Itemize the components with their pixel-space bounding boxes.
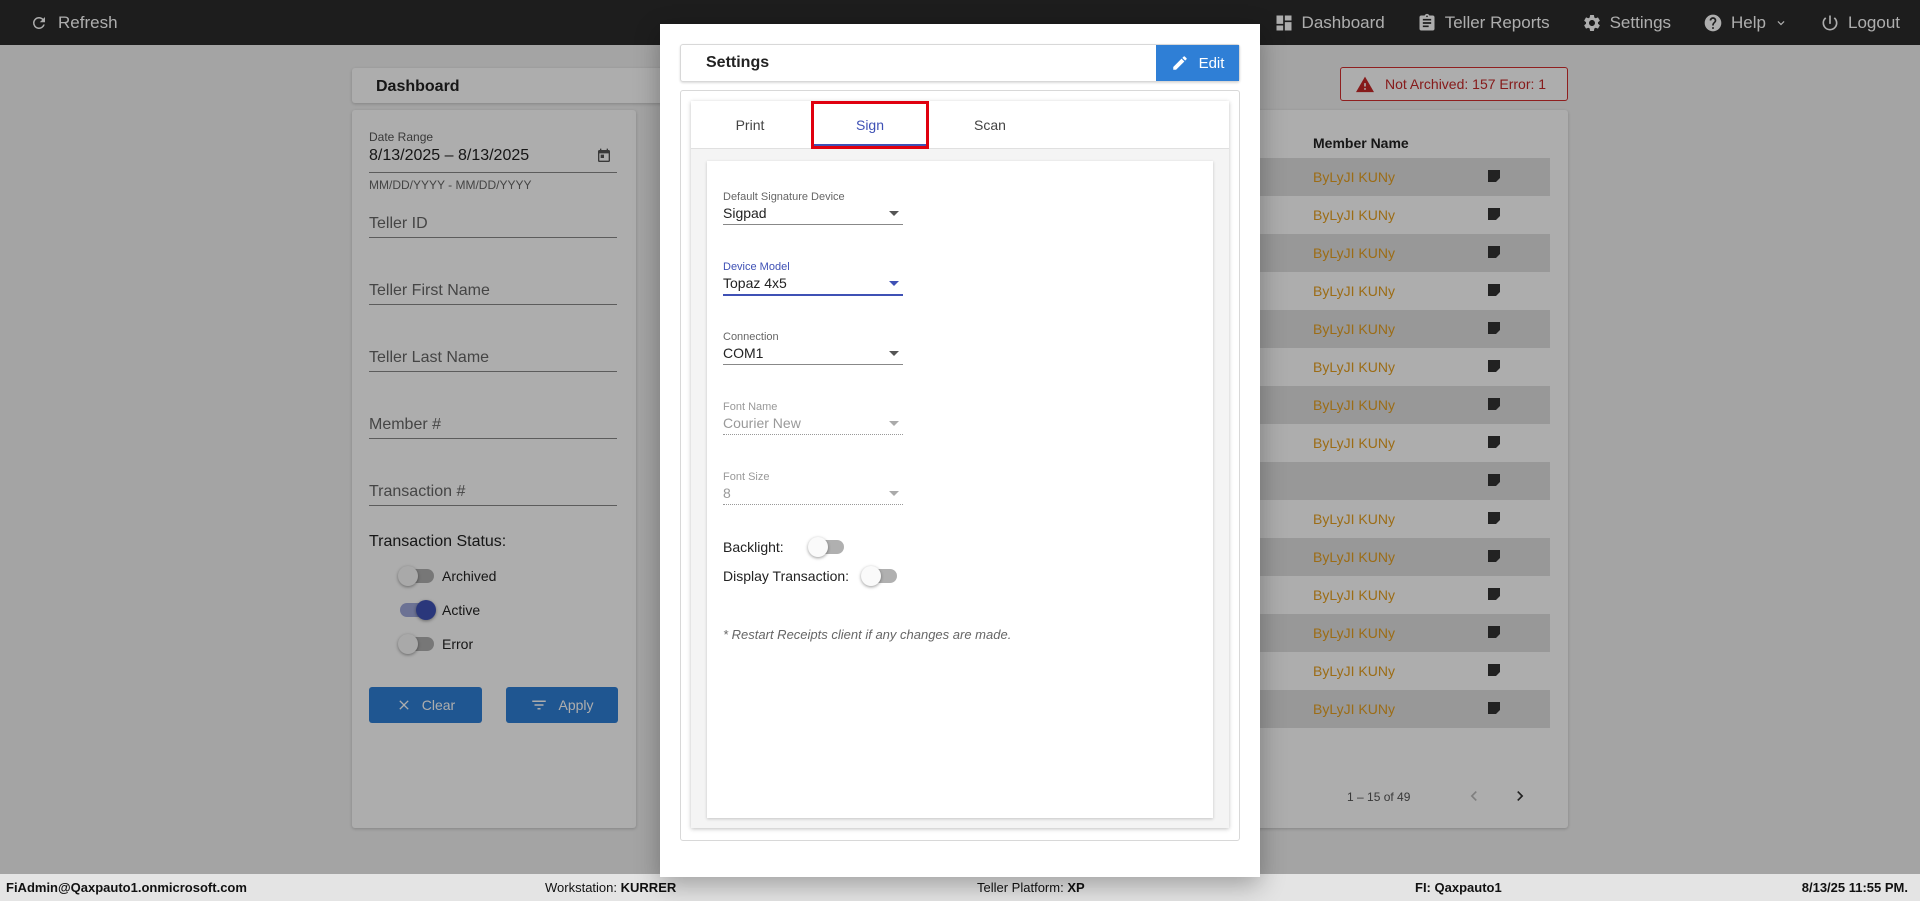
font-size-label: Font Size [723,471,770,483]
modal-title: Settings [706,54,770,71]
font-name-value-wrap: Courier New [723,415,903,435]
workstation-label: Workstation: [545,880,618,895]
footer-datetime: 8/13/25 11:55 PM. [1801,880,1908,895]
backlight-toggle[interactable] [807,537,844,557]
dropdown-arrow-icon [889,491,899,496]
connection-select[interactable]: Connection COM1 [723,331,903,365]
modal-header: Settings Edit [680,44,1240,82]
font-name-select: Font Name Courier New [723,401,903,435]
settings-tabs-container: Print Sign Scan Default Signature Device… [691,101,1229,828]
device-model-value-wrap: Topaz 4x5 [723,275,903,296]
font-size-value: 8 [723,485,731,501]
sign-settings-form: Default Signature Device Sigpad Device M… [707,161,1213,818]
edit-button[interactable]: Edit [1156,45,1239,81]
fi-label: FI: [1415,880,1431,895]
status-footer: FiAdmin@Qaxpauto1.onmicrosoft.com Workst… [0,874,1920,901]
signature-device-value: Sigpad [723,205,767,221]
backlight-label: Backlight: [723,539,784,555]
signature-device-select[interactable]: Default Signature Device Sigpad [723,191,903,225]
tab-scan[interactable]: Scan [931,101,1049,149]
device-model-label: Device Model [723,261,790,273]
modal-body: Print Sign Scan Default Signature Device… [680,90,1240,841]
settings-tabs: Print Sign Scan [691,101,1229,149]
pencil-icon [1172,56,1187,70]
settings-modal: Settings Edit Print Sign Scan Default Si… [660,24,1260,877]
fi-value: Qaxpauto1 [1434,880,1502,895]
display-transaction-row[interactable]: Display Transaction: [723,566,898,586]
footer-fi: FI: Qaxpauto1 [1415,880,1502,895]
display-transaction-toggle[interactable] [861,566,898,586]
platform-label: Teller Platform: [977,880,1064,895]
font-name-label: Font Name [723,401,778,413]
platform-value: XP [1067,880,1085,895]
restart-note: * Restart Receipts client if any changes… [723,627,1012,642]
connection-label: Connection [723,331,779,343]
backlight-row[interactable]: Backlight: [723,537,844,557]
display-transaction-label: Display Transaction: [723,568,850,584]
dropdown-arrow-icon [889,211,899,216]
font-size-select: Font Size 8 [723,471,903,505]
dropdown-arrow-icon [889,351,899,356]
device-model-value: Topaz 4x5 [723,275,787,291]
dropdown-arrow-icon [889,281,899,286]
connection-value-wrap: COM1 [723,345,903,365]
connection-value: COM1 [723,345,764,361]
signature-device-value-wrap: Sigpad [723,205,903,225]
signature-device-label: Default Signature Device [723,191,845,203]
workstation-value: KURRER [620,880,677,895]
edit-label: Edit [1198,54,1225,72]
dropdown-arrow-icon [889,421,899,426]
tab-print[interactable]: Print [691,101,809,149]
font-name-value: Courier New [723,415,801,431]
tab-sign[interactable]: Sign [811,101,929,149]
device-model-select[interactable]: Device Model Topaz 4x5 [723,261,903,296]
footer-platform: Teller Platform: XP [977,880,1085,895]
footer-workstation: Workstation: KURRER [545,880,676,895]
footer-user: FiAdmin@Qaxpauto1.onmicrosoft.com [6,880,247,895]
font-size-value-wrap: 8 [723,485,903,505]
